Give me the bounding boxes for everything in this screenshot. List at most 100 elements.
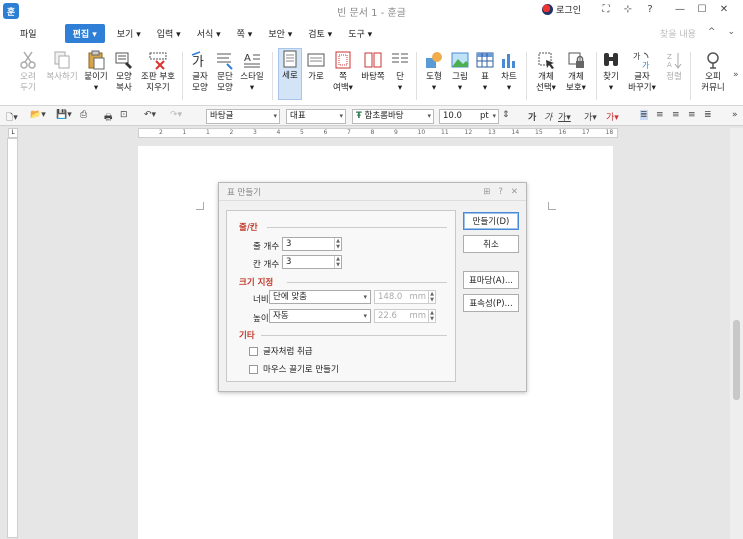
fullscreen-icon[interactable]: ⛶ — [595, 4, 617, 15]
copy-button[interactable]: 복사하기 — [44, 50, 80, 83]
cols-input[interactable]: 3 ▲ ▼ — [282, 255, 342, 269]
cancel-button[interactable]: 취소 — [463, 235, 519, 253]
spin-arrows-icon[interactable]: ▲ ▼ — [334, 256, 341, 268]
ruler-tick-label: 3 — [253, 129, 257, 136]
dialog-help-icon[interactable]: ? — [498, 187, 503, 197]
spin-arrows-icon[interactable]: ▲ ▼ — [334, 238, 341, 250]
ruler-corner-icon[interactable]: L — [8, 128, 18, 138]
app-logo-icon[interactable]: 훈 — [3, 3, 19, 19]
portrait-button[interactable]: 세로 — [278, 48, 302, 100]
open-folder-icon[interactable]: 📂▾ — [30, 110, 46, 120]
menu-page[interactable]: 쪽 ▾ — [229, 27, 261, 40]
mouse-drag-checkbox[interactable]: 마우스 끌기로 만들기 — [249, 363, 339, 375]
cut-button[interactable]: 오려 두기 — [12, 50, 44, 94]
format-painter-button[interactable]: 모양 복사 — [111, 50, 137, 94]
ribbon-options-icon[interactable]: ⌄ — [727, 27, 735, 40]
dialog-layout-icon[interactable]: ⊞ — [483, 187, 490, 197]
chart-button[interactable]: 차트 ▾ — [498, 50, 520, 94]
split-view-icon[interactable]: ⊹ — [617, 4, 639, 15]
rows-input[interactable]: 3 ▲ ▼ — [282, 237, 342, 251]
clear-format-button[interactable]: 조판 부호 지우기 — [138, 50, 178, 94]
align-center-icon[interactable]: ≡ — [672, 110, 680, 120]
dialog-title-bar[interactable]: 표 만들기 ⊞ ? ✕ — [219, 183, 526, 201]
align-justify-icon[interactable]: ≣ — [640, 110, 648, 120]
save-as-icon[interactable]: ⎙ — [80, 110, 87, 120]
width-mode-select[interactable]: 단에 맞춤 ▾ — [269, 290, 371, 304]
spin-arrows-icon[interactable]: ▲ ▼ — [428, 291, 435, 303]
menu-insert[interactable]: 입력 ▾ — [149, 27, 189, 40]
picture-button[interactable]: 그림 ▾ — [448, 50, 472, 94]
height-value-input[interactable]: 22.6 mm ▲ ▼ — [374, 309, 436, 323]
help-icon[interactable]: ? — [639, 4, 661, 15]
font-color-icon[interactable]: 가▾ — [606, 110, 619, 123]
bold-icon[interactable]: 가 — [528, 110, 536, 123]
table-properties-button[interactable]: 표속성(P)... — [463, 294, 519, 312]
select-object-button[interactable]: 개체 선택▾ — [532, 50, 560, 94]
table-template-button[interactable]: 표마당(A)... — [463, 271, 519, 289]
spin-arrows-icon[interactable]: ▲ ▼ — [428, 310, 435, 322]
ribbon-more-icon[interactable]: » — [733, 70, 739, 80]
italic-icon[interactable]: 가 — [544, 110, 552, 123]
maximize-button[interactable]: ☐ — [691, 4, 713, 15]
para-shape-button[interactable]: 문단 모양 — [213, 50, 237, 94]
treat-as-char-checkbox[interactable]: 글자처럼 취급 — [249, 345, 313, 357]
column-button[interactable]: 단 ▾ — [390, 50, 410, 94]
picture-icon — [451, 52, 469, 68]
dialog-close-icon[interactable]: ✕ — [511, 187, 518, 197]
margin-button[interactable]: 쪽 여백▾ — [330, 50, 356, 94]
find-button[interactable]: 찾기 ▾ — [600, 50, 622, 94]
redo-icon[interactable]: ↷▾ — [170, 110, 182, 120]
print-icon[interactable]: 🖶 — [104, 110, 113, 126]
object-protect-button[interactable]: 개체 보호▾ — [562, 50, 590, 94]
checkbox-box[interactable] — [249, 364, 258, 374]
width-value-input[interactable]: 148.0 mm ▲ ▼ — [374, 290, 436, 304]
landscape-button[interactable]: 가로 — [304, 50, 328, 83]
sort-button[interactable]: ZA 정렬 — [662, 50, 686, 83]
strike-icon[interactable]: 가▾ — [584, 110, 597, 123]
checkbox-box[interactable] — [249, 346, 258, 356]
font-select[interactable]: Ŧ 함초롬바탕 ▾ — [352, 109, 434, 124]
height-mode-select[interactable]: 자동 ▾ — [269, 309, 371, 323]
landscape-icon — [307, 53, 325, 67]
create-button[interactable]: 만들기(D) — [463, 212, 519, 230]
menu-format[interactable]: 서식 ▾ — [189, 27, 229, 40]
master-page-button[interactable]: 바탕쪽 — [359, 50, 387, 83]
shape-button[interactable]: 도형 ▾ — [422, 50, 446, 94]
align-right-icon[interactable]: ≡ — [688, 110, 696, 120]
collapse-ribbon-icon[interactable]: ^ — [708, 27, 716, 40]
char-shape-button[interactable]: 가 글자 모양 — [188, 50, 212, 94]
font-size-input[interactable]: 10.0 pt ▾ — [439, 109, 499, 124]
menu-security[interactable]: 보안 ▾ — [260, 27, 300, 40]
vertical-ruler[interactable] — [7, 138, 18, 538]
new-doc-icon[interactable]: 🗋▾ — [6, 110, 18, 126]
replace-button[interactable]: 가가 글자 바꾸기▾ — [626, 50, 658, 94]
quick-search-box[interactable]: 찾을 내용 — [660, 27, 696, 40]
paste-button[interactable]: 붙이기 ▾ — [82, 50, 110, 94]
spin-icon[interactable]: ⇕ — [502, 110, 510, 120]
community-button[interactable]: 오피 커뮤니 — [696, 50, 730, 94]
portrait-label: 세로 — [282, 71, 298, 81]
menu-tools[interactable]: 도구 ▾ — [340, 27, 380, 40]
style-button[interactable]: A 스타일 ▾ — [238, 50, 266, 94]
format-more-icon[interactable]: » — [732, 110, 738, 120]
style-select[interactable]: 바탕글 ▾ — [206, 109, 280, 124]
font-type-icon: Ŧ — [356, 111, 362, 121]
align-left-icon[interactable]: ≡ — [656, 110, 664, 120]
close-window-button[interactable]: ✕ — [713, 4, 735, 15]
dialog-title: 표 만들기 — [227, 187, 261, 198]
minimize-button[interactable]: — — [669, 4, 691, 15]
table-button[interactable]: 표 ▾ — [474, 50, 496, 94]
menu-file[interactable]: 파일 — [12, 27, 45, 40]
horizontal-ruler[interactable]: 2 1 1 2 3 4 5 6 7 8 9 10 11 12 13 14 15 16 17 18 — [138, 128, 618, 138]
menu-edit[interactable]: 편집 ▾ — [64, 23, 105, 43]
align-distribute-icon[interactable]: ≣ — [704, 110, 712, 120]
save-icon[interactable]: 💾▾ — [56, 110, 72, 120]
login-button[interactable]: 로그인 — [542, 3, 581, 16]
undo-icon[interactable]: ↶▾ — [144, 110, 156, 120]
menu-view[interactable]: 보기 ▾ — [109, 27, 149, 40]
scrollbar-thumb[interactable] — [733, 320, 740, 400]
language-select[interactable]: 대표 ▾ — [286, 109, 346, 124]
menu-review[interactable]: 검토 ▾ — [300, 27, 340, 40]
underline-icon[interactable]: 가▾ — [558, 110, 571, 123]
preview-icon[interactable]: ⊡ — [120, 110, 128, 120]
